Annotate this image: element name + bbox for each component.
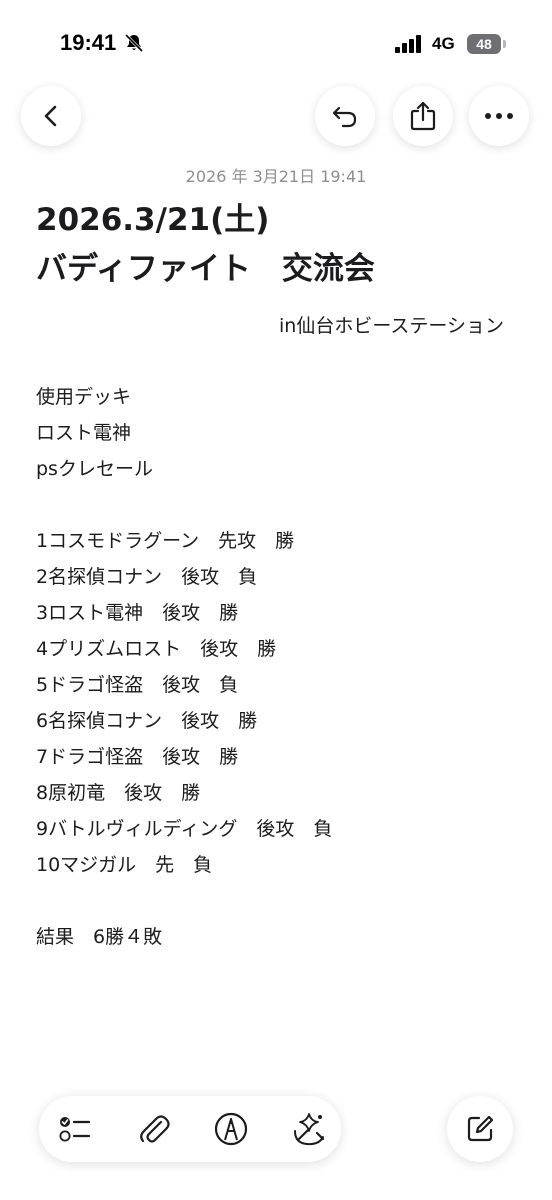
apple-intelligence-icon <box>294 1113 325 1146</box>
note-title-line: バディファイト 交流会 <box>36 251 375 287</box>
match-line: 7ドラゴ怪盗 後攻 勝 <box>36 746 239 768</box>
undo-icon <box>332 106 357 128</box>
deck-heading: 使用デッキ <box>36 386 132 408</box>
match-line: 4プリズムロスト 後攻 勝 <box>36 638 277 660</box>
attachment-button[interactable] <box>134 1109 174 1149</box>
compose-icon <box>467 1115 494 1142</box>
note-title[interactable]: 2026.3/21(土) バディファイト 交流会 <box>36 196 536 294</box>
match-line: 5ドラゴ怪盗 後攻 負 <box>36 674 239 696</box>
compose-button[interactable] <box>447 1096 513 1162</box>
match-line: 9バトルヴィルディング 後攻 負 <box>36 818 333 840</box>
match-line: 2名探偵コナン 後攻 負 <box>36 566 258 588</box>
match-line: 8原初竜 後攻 勝 <box>36 782 201 804</box>
note-location: in仙台ホビーステーション <box>279 315 504 337</box>
markup-button[interactable] <box>211 1109 251 1149</box>
share-icon <box>410 101 436 131</box>
checklist-icon <box>59 1117 91 1142</box>
note-body[interactable]: 使用デッキ ロスト電神 psクレセール 1コスモドラグーン 先攻 勝 2名探偵コ… <box>36 379 536 955</box>
more-icon <box>485 113 513 119</box>
markup-pen-icon <box>214 1112 248 1146</box>
back-button[interactable] <box>21 86 81 146</box>
deck-line: psクレセール <box>36 458 153 480</box>
cellular-signal-icon <box>395 35 425 53</box>
status-time: 19:41 <box>60 30 117 55</box>
note-title-line: 2026.3/21(土) <box>36 202 270 238</box>
match-line: 3ロスト電神 後攻 勝 <box>36 602 239 624</box>
battery-icon: 48 <box>467 34 501 54</box>
match-line: 1コスモドラグーン 先攻 勝 <box>36 530 295 552</box>
undo-button[interactable] <box>315 86 375 146</box>
match-line: 6名探偵コナン 後攻 勝 <box>36 710 258 732</box>
checklist-button[interactable] <box>55 1109 95 1149</box>
bell-slash-icon <box>124 33 144 53</box>
network-type: 4G <box>432 34 455 53</box>
result-line: 結果 6勝４敗 <box>36 926 163 948</box>
paperclip-icon <box>140 1115 170 1143</box>
status-bar: 19:41 4G 48 <box>0 0 552 90</box>
deck-line: ロスト電神 <box>36 422 132 444</box>
back-icon <box>44 105 57 127</box>
note-date: 2026 年 3月21日 19:41 <box>185 167 367 186</box>
more-button[interactable] <box>469 86 529 146</box>
share-button[interactable] <box>393 86 453 146</box>
battery-cap <box>503 40 506 48</box>
writing-tools-button[interactable] <box>289 1109 329 1149</box>
match-line: 10マジガル 先 負 <box>36 854 213 876</box>
bottom-toolbar <box>39 1096 341 1162</box>
